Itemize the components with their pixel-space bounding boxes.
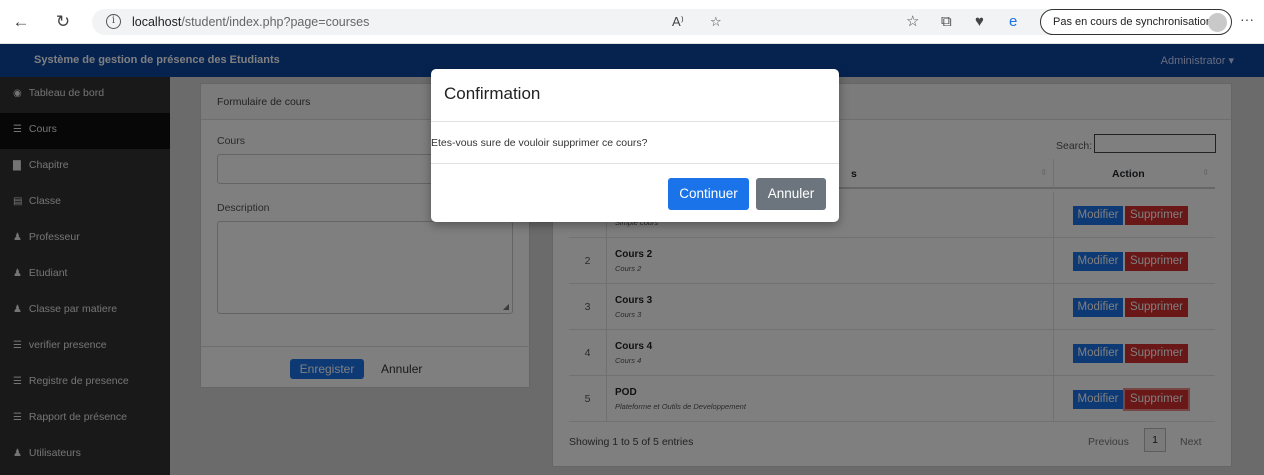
address-bar[interactable]: i localhost/student/index.php?page=cours… (92, 9, 1077, 35)
read-aloud-icon[interactable]: A⁾ (672, 14, 684, 30)
health-icon[interactable]: ♥ (975, 11, 984, 33)
address-url: localhost/student/index.php?page=courses (132, 15, 370, 29)
dialog-divider (431, 121, 839, 122)
dialog-cancel-button[interactable]: Annuler (756, 178, 826, 210)
avatar (1208, 13, 1227, 32)
dialog-title: Confirmation (444, 84, 541, 103)
browser-toolbar: ← ↻ i localhost/student/index.php?page=c… (0, 0, 1264, 44)
continue-button[interactable]: Continuer (668, 178, 749, 210)
sync-label: Pas en cours de synchronisation (1053, 16, 1212, 28)
edge-icon[interactable]: e (1009, 11, 1017, 33)
more-menu-icon[interactable]: ··· (1240, 11, 1254, 27)
collections-icon[interactable]: ⧉ (941, 11, 952, 33)
site-info-icon[interactable]: i (106, 14, 121, 29)
profile-sync-button[interactable]: Pas en cours de synchronisation (1040, 9, 1232, 35)
favorites-icon[interactable]: ☆ (906, 11, 919, 33)
confirmation-dialog: Confirmation Etes-vous sure de vouloir s… (431, 69, 839, 222)
dialog-divider (431, 163, 839, 164)
back-arrow-icon[interactable]: ← (10, 11, 32, 33)
dialog-message: Etes-vous sure de vouloir supprimer ce c… (431, 137, 648, 149)
favorite-add-icon[interactable]: ☆ (710, 14, 722, 30)
reload-icon[interactable]: ↻ (52, 11, 74, 33)
